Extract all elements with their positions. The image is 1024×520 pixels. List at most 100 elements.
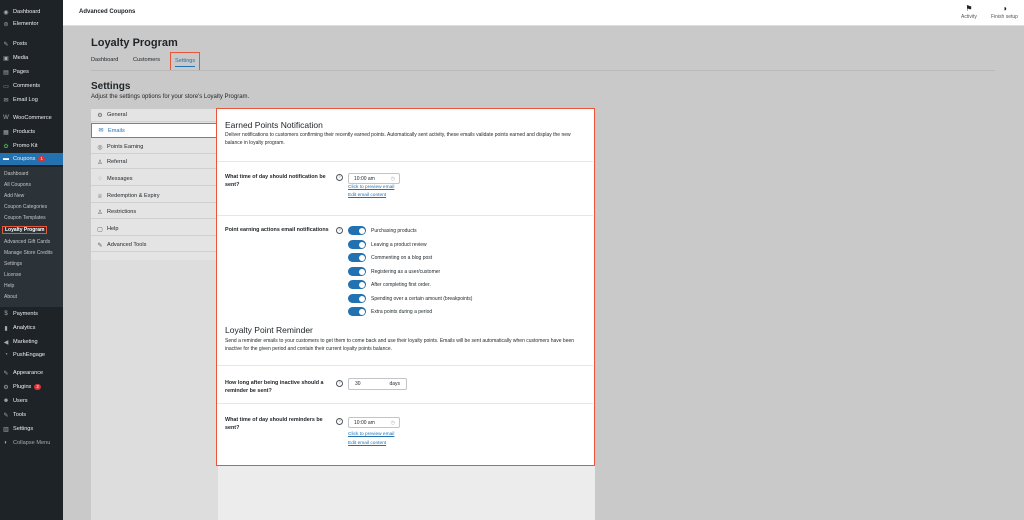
toggle-row[interactable]: Leaving a product review [348,240,427,249]
menu-woocommerce[interactable]: W WooCommerce [0,112,63,124]
nav-restrictions[interactable]: ♙ Restrictions [91,206,218,219]
toggle-row[interactable]: Spending over a certain amount (breakpoi… [348,294,472,303]
submenu-advanced-gift-cards[interactable]: Advanced Gift Cards [4,239,50,245]
help-icon: ▢ [97,226,103,233]
menu-email-log[interactable]: ✉ Email Log [0,94,63,106]
menu-pushengage[interactable]: ◔ PushEngage [0,349,63,361]
preview-email-link[interactable]: Click to preview email [348,432,394,437]
menu-plugins[interactable]: ⚙ Plugins 2 [0,381,63,393]
submenu-all-coupons[interactable]: All Coupons [4,182,31,188]
toggle-row[interactable]: Purchasing products [348,226,417,235]
edit-email-link[interactable]: Edit email content [348,193,386,198]
action-toggle[interactable] [348,267,366,276]
settings-title: Settings [91,81,131,92]
edit-email-link[interactable]: Edit email content [348,441,386,446]
menu-promo-kit[interactable]: ✿ Promo Kit [0,140,63,152]
action-toggle[interactable] [348,253,366,262]
toggle-row[interactable]: After completing first order. [348,280,431,289]
nav-general[interactable]: ⚙ General [91,109,218,122]
action-toggle[interactable] [348,280,366,289]
nav-points-earning[interactable]: ◎ Points Earning [91,141,218,154]
tab-settings[interactable]: Settings [170,52,200,71]
help-icon[interactable]: ? [336,227,343,234]
menu-products[interactable]: ▦ Products [0,126,63,138]
users-icon: ☻ [2,398,10,404]
menu-collapse[interactable]: ◐ Collapse Menu [0,437,63,449]
trophy-icon: ♕ [97,193,103,200]
toggle-row[interactable]: Extra points during a period [348,307,432,316]
menu-posts[interactable]: ✎ Posts [0,38,63,50]
message-icon: ◌ [98,176,102,182]
submenu-help[interactable]: Help [4,283,14,289]
menu-coupons[interactable]: ▬ Coupons 1 [0,153,63,165]
person-icon: ♙ [97,159,103,166]
help-icon[interactable]: ? [336,418,343,425]
submenu-settings[interactable]: Settings [4,261,22,267]
help-icon[interactable]: ? [336,380,343,387]
promo-icon: ✿ [3,143,9,150]
tab-dashboard[interactable]: Dashboard [91,57,118,63]
submenu-about[interactable]: About [4,294,17,300]
nav-messages[interactable]: ◌ Messages [91,173,218,186]
menu-elementor[interactable]: ⊜ Elementor [0,18,63,30]
pushengage-icon: ◔ [4,352,8,358]
submenu-add-new[interactable]: Add New [4,193,24,199]
menu-analytics[interactable]: ▮ Analytics [0,322,63,334]
woocommerce-icon: W [3,115,9,121]
payments-icon: $ [4,311,8,317]
dashboard-icon: ◉ [3,9,9,16]
menu-appearance[interactable]: ✎ Appearance [0,367,63,379]
menu-dashboard[interactable]: ◉ Dashboard [0,6,63,18]
email-settings-panel: Earned Points Notification Deliver notif… [216,108,595,466]
menu-users[interactable]: ☻ Users [0,395,63,407]
menu-marketing[interactable]: ◀ Marketing [0,336,63,348]
action-toggle[interactable] [348,240,366,249]
flag-icon: ⚑ [965,4,973,13]
coupons-badge: 1 [38,156,45,162]
notification-time-label: What time of day should notification be … [225,174,326,188]
nav-referral[interactable]: ♙ Referral [91,156,218,169]
products-icon: ▦ [3,129,9,136]
menu-payments[interactable]: $ Payments [0,308,63,320]
submenu-coupon-categories[interactable]: Coupon Categories [4,204,47,210]
appearance-icon: ✎ [3,370,9,377]
help-icon[interactable]: ? [336,174,343,181]
submenu-license[interactable]: License [4,272,21,278]
finish-setup-button[interactable]: ◑ Finish setup [991,4,1018,20]
menu-pages[interactable]: ▤ Pages [0,66,63,78]
tools-icon: ✎ [3,412,9,419]
clock-icon: ◷ [390,420,395,426]
reminder-time-input[interactable]: 10:00 am ◷ [348,417,400,428]
nav-redemption-expiry[interactable]: ♕ Redemption & Expiry [91,190,218,203]
submenu-manage-store-credits[interactable]: Manage Store Credits [4,250,53,256]
header-divider [91,70,995,71]
action-toggle[interactable] [348,226,366,235]
gear-icon: ⚙ [97,112,103,119]
activity-button[interactable]: ⚑ Activity [961,4,977,20]
reminder-time-label: What time of day should reminders be sen… [225,417,323,431]
nav-help[interactable]: ▢ Help [91,223,218,236]
toggle-row[interactable]: Commenting on a blog post [348,253,432,262]
menu-settings[interactable]: ▥ Settings [0,423,63,435]
action-toggle[interactable] [348,307,366,316]
action-toggle[interactable] [348,294,366,303]
tab-customers[interactable]: Customers [133,57,160,63]
inactive-days-input[interactable]: 30 days [348,378,407,390]
elementor-icon: ⊜ [3,21,9,28]
menu-tools[interactable]: ✎ Tools [0,409,63,421]
nav-emails[interactable]: ✉ Emails [91,123,218,138]
email-icon: ✉ [3,97,9,104]
envelope-icon: ✉ [98,128,104,134]
toggle-row[interactable]: Registering as a user/customer [348,267,440,276]
menu-comments[interactable]: ▭ Comments [0,80,63,92]
submenu-coupon-templates[interactable]: Coupon Templates [4,215,46,221]
nav-advanced-tools[interactable]: ✎ Advanced Tools [91,239,218,252]
earning-actions-label: Point earning actions email notification… [225,227,329,233]
notification-time-input[interactable]: 10:00 am ◷ [348,173,400,184]
comments-icon: ▭ [3,83,9,90]
submenu-loyalty-program[interactable]: Loyalty Program [2,226,48,234]
submenu-dashboard[interactable]: Dashboard [4,171,28,177]
preview-email-link[interactable]: Click to preview email [348,185,394,190]
menu-media[interactable]: ▣ Media [0,52,63,64]
earned-points-description: Deliver notifications to customers confi… [225,132,571,146]
